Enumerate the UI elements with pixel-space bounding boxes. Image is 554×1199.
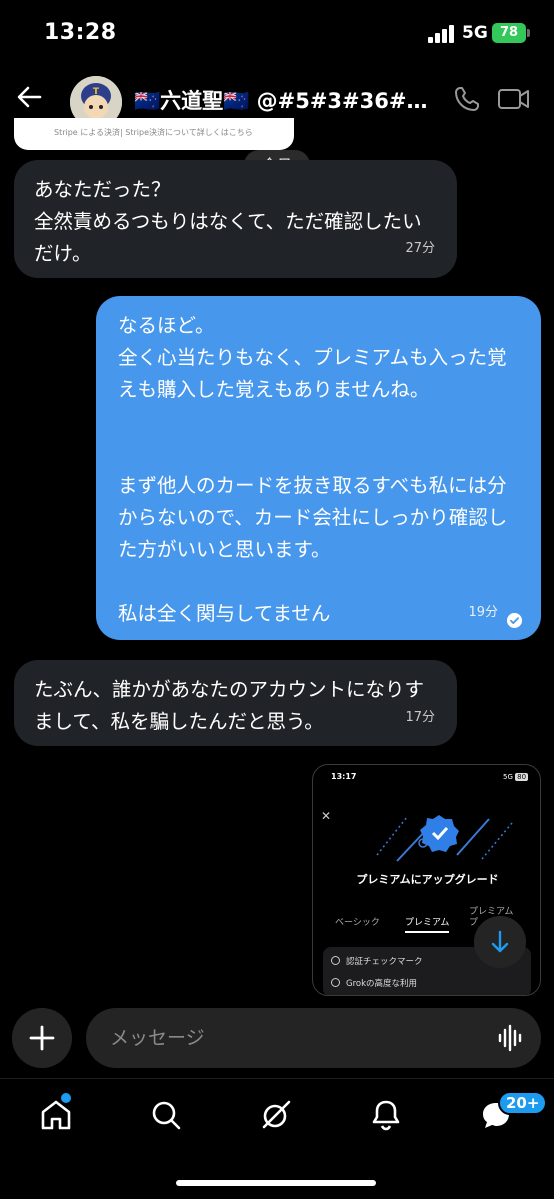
attachment-feature: Grokの高度な利用	[331, 977, 417, 989]
message-time: 19分	[468, 605, 498, 620]
previous-card-text: Stripe による決済| Stripe決済について詳しくはこちら	[54, 128, 253, 137]
home-icon[interactable]	[38, 1097, 74, 1133]
grok-icon[interactable]	[258, 1097, 294, 1133]
close-icon: ✕	[321, 809, 332, 823]
battery-icon: 78	[492, 23, 526, 43]
bottom-navigation: 20+	[0, 1078, 554, 1154]
premium-badge-illustration	[376, 815, 513, 862]
attachment-tab: ベーシック	[335, 918, 380, 928]
search-icon[interactable]	[148, 1097, 184, 1133]
voice-waveform-icon[interactable]	[497, 1024, 525, 1052]
home-notification-dot	[61, 1093, 71, 1103]
message-bubble-incoming[interactable]: たぶん、誰かがあなたのアカウントになりすまして、私を騙したんだと思う。 17分	[14, 660, 457, 746]
attachment-status: 5G 80	[503, 773, 529, 781]
home-indicator	[176, 1180, 376, 1186]
add-attachment-button[interactable]	[12, 1008, 72, 1068]
message-text: なるほど。 全く心当たりもなく、プレミアムも入った覚えも購入した覚えもありません…	[118, 314, 508, 625]
status-bar: 13:28 5G 78	[0, 0, 554, 70]
status-time: 13:28	[44, 20, 117, 45]
phone-icon[interactable]	[452, 84, 482, 114]
message-bubble-outgoing[interactable]: なるほど。 全く心当たりもなく、プレミアムも入った覚えも購入した覚えもありません…	[96, 296, 541, 640]
battery-cap	[527, 29, 530, 37]
notifications-bell-icon[interactable]	[368, 1097, 404, 1133]
attachment-tab-active: プレミアム	[405, 915, 450, 933]
network-type: 5G	[462, 23, 488, 43]
attachment-feature: 認証チェックマーク	[331, 955, 423, 967]
message-input[interactable]	[86, 1008, 541, 1068]
message-bubble-incoming[interactable]: あなただった？ 全然責めるつもりはなくて、ただ確認したいだけ。 27分	[14, 160, 457, 278]
message-time: 17分	[405, 710, 435, 725]
chat-title[interactable]: 🇳🇿六道聖🇳🇿 @#5#3#36#51…	[134, 85, 434, 115]
message-time: 27分	[405, 241, 435, 256]
video-camera-icon[interactable]	[497, 86, 531, 112]
composer	[0, 1005, 554, 1075]
attachment-time: 13:17	[331, 772, 357, 781]
attachment-heading: プレミアムにアップグレード	[356, 873, 499, 886]
message-text: たぶん、誰かがあなたのアカウントになりすまして、私を騙したんだと思う。	[34, 678, 425, 733]
message-text: あなただった？ 全然責めるつもりはなくて、ただ確認したいだけ。	[34, 178, 422, 265]
signal-bars-icon	[428, 25, 456, 43]
arrow-left-icon[interactable]	[14, 82, 44, 112]
messages-badge: 20+	[498, 1091, 548, 1115]
previous-link-card[interactable]: Stripe による決済| Stripe決済について詳しくはこちら	[14, 118, 294, 150]
scroll-down-button[interactable]	[474, 916, 526, 968]
read-check-icon	[507, 613, 522, 628]
